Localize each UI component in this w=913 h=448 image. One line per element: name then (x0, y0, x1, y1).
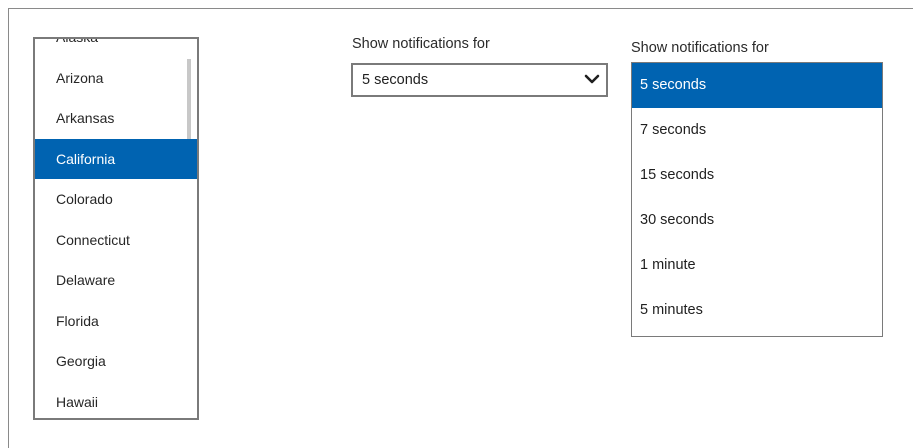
list-item-delaware[interactable]: Delaware (35, 260, 197, 301)
notifications-dropdown-list[interactable]: 5 seconds 7 seconds 15 seconds 30 second… (631, 62, 883, 337)
option-1-minute[interactable]: 1 minute (632, 243, 882, 288)
combo-value: 5 seconds (362, 72, 429, 88)
list-item-arkansas[interactable]: Arkansas (35, 98, 197, 139)
list-item-california[interactable]: California (35, 138, 197, 179)
dropdown-label: Show notifications for (631, 40, 769, 56)
option-5-seconds[interactable]: 5 seconds (632, 63, 882, 108)
option-7-seconds[interactable]: 7 seconds (632, 108, 882, 153)
states-listbox[interactable]: Alaska Arizona Arkansas California Color… (33, 37, 199, 420)
combo-label: Show notifications for (352, 36, 490, 52)
option-30-seconds[interactable]: 30 seconds (632, 198, 882, 243)
list-item-colorado[interactable]: Colorado (35, 179, 197, 220)
list-item-alaska[interactable]: Alaska (35, 39, 197, 58)
option-5-minutes[interactable]: 5 minutes (632, 288, 882, 333)
notifications-combobox[interactable]: 5 seconds (351, 63, 608, 97)
option-15-seconds[interactable]: 15 seconds (632, 153, 882, 198)
list-item-arizona[interactable]: Arizona (35, 58, 197, 99)
chevron-down-icon[interactable] (584, 72, 600, 86)
listbox-scrollbar[interactable] (187, 59, 191, 139)
list-item-georgia[interactable]: Georgia (35, 341, 197, 382)
list-item-connecticut[interactable]: Connecticut (35, 220, 197, 261)
list-item-florida[interactable]: Florida (35, 301, 197, 342)
list-item-hawaii[interactable]: Hawaii (35, 382, 197, 419)
